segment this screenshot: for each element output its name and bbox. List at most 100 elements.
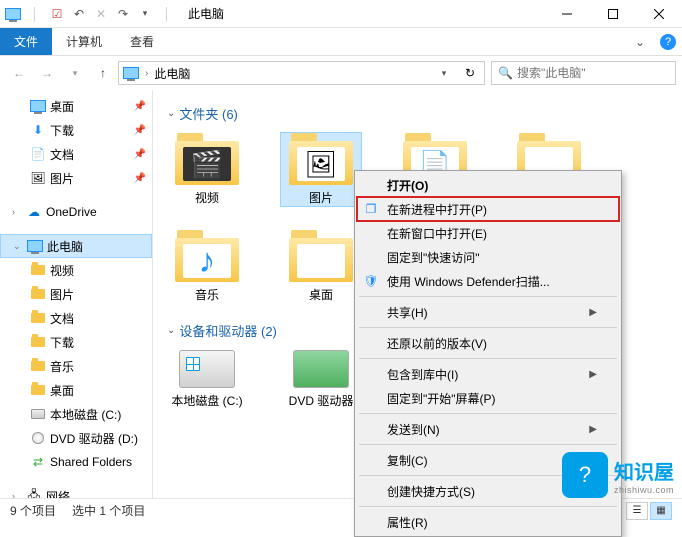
chevron-down-icon[interactable]: ⌄ xyxy=(167,325,175,336)
chevron-down-icon[interactable]: ⌄ xyxy=(167,108,175,119)
tree-music[interactable]: 音乐 xyxy=(0,354,152,378)
folder-icon xyxy=(30,358,46,374)
view-icons-button[interactable]: ▦ xyxy=(650,502,672,520)
chevron-down-icon[interactable]: ⌄ xyxy=(13,241,23,252)
tree-pics[interactable]: 图片 xyxy=(0,282,152,306)
folder-icon xyxy=(30,310,46,326)
menu-pin-quick[interactable]: 固定到"快速访问" xyxy=(357,245,619,269)
drive-c[interactable]: 本地磁盘 (C:) xyxy=(167,350,247,409)
refresh-icon[interactable]: ↻ xyxy=(460,66,480,80)
window-icon: ❐ xyxy=(363,201,379,217)
search-box[interactable]: 🔍 xyxy=(491,61,676,85)
watermark-badge: ? xyxy=(562,452,608,498)
onedrive-icon: ☁ xyxy=(26,204,42,220)
menu-separator xyxy=(359,296,617,297)
menu-restore[interactable]: 还原以前的版本(V) xyxy=(357,331,619,355)
chevron-right-icon[interactable]: › xyxy=(12,491,22,498)
tree-dvd[interactable]: DVD 驱动器 (D:) xyxy=(0,426,152,450)
ribbon-expand-icon[interactable]: ⌄ xyxy=(626,28,654,55)
help-button[interactable]: ? xyxy=(654,28,682,55)
tree-desk[interactable]: 桌面 xyxy=(0,378,152,402)
folder-icon xyxy=(30,334,46,350)
menu-open-new-window[interactable]: 在新窗口中打开(E) xyxy=(357,221,619,245)
folder-icon xyxy=(30,382,46,398)
menu-defender[interactable]: 🛡使用 Windows Defender扫描... xyxy=(357,269,619,293)
address-chevron-icon[interactable]: › xyxy=(145,68,148,79)
folder-music[interactable]: ♪ 音乐 xyxy=(167,230,247,303)
tree-thispc[interactable]: ⌄此电脑 xyxy=(0,234,152,258)
history-dropdown[interactable]: ▾ xyxy=(62,60,88,86)
tree-pictures[interactable]: 🖼图片📌 xyxy=(0,166,152,190)
menu-send-to[interactable]: 发送到(N)▶ xyxy=(357,417,619,441)
status-item-count: 9 个项目 xyxy=(10,502,56,519)
group-folders-header[interactable]: ⌄文件夹 (6) xyxy=(167,104,668,123)
menu-separator xyxy=(359,327,617,328)
window-title: 此电脑 xyxy=(188,5,224,22)
menu-separator xyxy=(359,444,617,445)
redo-arrow-icon[interactable]: ↷ xyxy=(114,5,132,23)
monitor-icon xyxy=(30,98,46,114)
submenu-arrow-icon: ▶ xyxy=(589,307,597,318)
redo-icon[interactable]: ✕ xyxy=(92,5,110,23)
menu-share[interactable]: 共享(H)▶ xyxy=(357,300,619,324)
menu-open[interactable]: 打开(O) xyxy=(357,173,619,197)
folder-desktop[interactable]: 桌面 xyxy=(281,230,361,303)
ribbon: 文件 计算机 查看 ⌄ ? xyxy=(0,28,682,56)
nav-tree: 桌面📌 ⬇下载📌 📄文档📌 🖼图片📌 ›☁OneDrive ⌄此电脑 视频 图片… xyxy=(0,90,153,498)
pin-icon: 📌 xyxy=(134,101,146,112)
pin-icon: 📌 xyxy=(134,173,146,184)
tab-computer[interactable]: 计算机 xyxy=(52,28,116,55)
drive-dvd[interactable]: DVD 驱动器 xyxy=(281,350,361,409)
search-icon: 🔍 xyxy=(498,66,513,80)
submenu-arrow-icon: ▶ xyxy=(589,424,597,435)
folder-pictures[interactable]: 🖼 图片 xyxy=(281,133,361,206)
menu-open-new-process[interactable]: ❐在新进程中打开(P) xyxy=(357,197,619,221)
menu-pin-start[interactable]: 固定到"开始"屏幕(P) xyxy=(357,386,619,410)
qat-separator: │ xyxy=(26,5,44,23)
folder-icon xyxy=(30,262,46,278)
tree-disk-c[interactable]: 本地磁盘 (C:) xyxy=(0,402,152,426)
nav-bar: ← → ▾ ↑ › 此电脑 ▾ ↻ 🔍 xyxy=(0,56,682,90)
tree-docs[interactable]: 文档 xyxy=(0,306,152,330)
back-button[interactable]: ← xyxy=(6,60,32,86)
watermark-brand: 知识屋 xyxy=(614,456,674,485)
watermark: ? 知识屋 zhishiwu.com xyxy=(562,452,674,498)
share-icon: ⇄ xyxy=(30,454,46,470)
qat-dropdown-icon[interactable]: ▾ xyxy=(136,5,154,23)
menu-properties[interactable]: 属性(R) xyxy=(357,510,619,534)
tree-shared[interactable]: ⇄Shared Folders xyxy=(0,450,152,474)
menu-include-library[interactable]: 包含到库中(I)▶ xyxy=(357,362,619,386)
tab-file[interactable]: 文件 xyxy=(0,28,52,55)
properties-icon[interactable]: ☑ xyxy=(48,5,66,23)
maximize-button[interactable] xyxy=(590,0,636,28)
tree-desktop[interactable]: 桌面📌 xyxy=(0,94,152,118)
shield-icon: 🛡 xyxy=(363,273,379,289)
forward-button[interactable]: → xyxy=(34,60,60,86)
tab-view[interactable]: 查看 xyxy=(116,28,168,55)
tree-dl[interactable]: 下载 xyxy=(0,330,152,354)
tree-videos[interactable]: 视频 xyxy=(0,258,152,282)
address-dropdown-icon[interactable]: ▾ xyxy=(434,68,454,79)
address-text[interactable]: 此电脑 xyxy=(154,65,190,82)
dvd-icon xyxy=(30,430,46,446)
download-icon: ⬇ xyxy=(30,122,46,138)
window-controls xyxy=(544,0,682,28)
address-bar[interactable]: › 此电脑 ▾ ↻ xyxy=(118,61,485,85)
tree-onedrive[interactable]: ›☁OneDrive xyxy=(0,200,152,224)
title-bar: │ ☑ ↶ ✕ ↷ ▾ │ 此电脑 xyxy=(0,0,682,28)
up-button[interactable]: ↑ xyxy=(90,60,116,86)
tree-network[interactable]: ›🖧网络 xyxy=(0,484,152,498)
minimize-button[interactable] xyxy=(544,0,590,28)
pin-icon: 📌 xyxy=(134,149,146,160)
tree-documents[interactable]: 📄文档📌 xyxy=(0,142,152,166)
pin-icon: 📌 xyxy=(134,125,146,136)
chevron-right-icon[interactable]: › xyxy=(12,207,22,217)
folder-videos[interactable]: 🎬 视频 xyxy=(167,133,247,206)
tree-downloads[interactable]: ⬇下载📌 xyxy=(0,118,152,142)
menu-separator xyxy=(359,358,617,359)
close-button[interactable] xyxy=(636,0,682,28)
dvd-drive-icon xyxy=(293,350,349,388)
search-input[interactable] xyxy=(517,66,669,80)
undo-icon[interactable]: ↶ xyxy=(70,5,88,23)
view-details-button[interactable]: ☰ xyxy=(626,502,648,520)
